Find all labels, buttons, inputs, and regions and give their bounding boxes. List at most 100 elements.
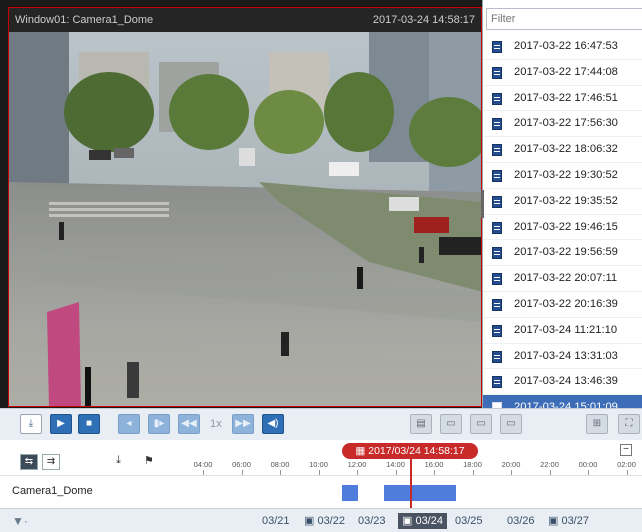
record-timestamp: 2017-03-24 11:21:10 [514, 323, 618, 336]
bookmark-icon[interactable]: ⚑ [144, 454, 154, 467]
zoom-out-button[interactable]: − [620, 444, 632, 456]
fast-icon: ▶▶ [235, 418, 251, 429]
frame-forward-button[interactable]: ▮▸ [148, 414, 170, 434]
calendar-icon: ▦ [355, 445, 369, 457]
tracks-icon: ⇆ [24, 456, 34, 467]
video-file-icon [492, 273, 502, 286]
record-list-item[interactable]: 2017-03-24 15:01:09 [483, 395, 642, 408]
record-list-item[interactable]: 2017-03-22 20:07:11 [483, 266, 642, 292]
fullscreen-icon: ⛶ [625, 418, 633, 429]
record-list-item[interactable]: 2017-03-22 20:16:39 [483, 292, 642, 318]
tracks-collapse-icon: ⇉ [46, 456, 56, 467]
panel-splitter-handle[interactable] [481, 190, 484, 218]
video-file-icon [492, 195, 502, 208]
video-file-icon [492, 324, 502, 337]
record-timestamp: 2017-03-22 16:47:53 [514, 40, 618, 52]
video-file-icon [492, 41, 502, 53]
record-list-item[interactable]: 2017-03-22 18:06:32 [483, 137, 642, 163]
camera-track-row[interactable]: Camera1_Dome [0, 476, 642, 506]
record-timestamp: 2017-03-22 20:16:39 [514, 297, 618, 310]
play-icon: ▶ [57, 418, 65, 429]
clip-button[interactable]: ▭ [440, 414, 462, 434]
time-tick-label: 14:00 [386, 460, 405, 469]
time-tick-label: 04:00 [193, 460, 213, 469]
layout-icon: ⊞ [592, 418, 602, 429]
collapse-tracks-button[interactable]: ⇉ [42, 454, 60, 470]
video-window[interactable]: Window01: Camera1_Dome 2017-03-24 14:58:… [8, 7, 482, 407]
export-button[interactable]: ▭ [470, 414, 492, 434]
date-item[interactable]: 03/21 [262, 513, 290, 529]
download-button[interactable]: ⤓ [20, 414, 42, 434]
video-file-icon [492, 144, 502, 157]
recording-segment[interactable] [342, 485, 358, 501]
video-file-icon [492, 247, 502, 260]
date-item[interactable]: 03/25 [455, 513, 483, 529]
record-list-item[interactable]: 2017-03-22 19:35:52 [483, 189, 642, 215]
date-item[interactable]: ▣ 03/27 [548, 513, 589, 529]
filter-input[interactable] [486, 8, 642, 30]
recording-segment[interactable] [384, 485, 456, 501]
date-item[interactable]: 03/23 [358, 513, 386, 529]
record-list-item[interactable]: 2017-03-24 13:31:03 [483, 344, 642, 370]
stop-icon: ■ [85, 418, 93, 429]
playback-toolbar: ⤓ ▶ ■ ◂ ▮▸ ◀◀ 1x ▶▶ ◀) ▤ ▭ ▭ ▭ ⊞ ⛶ [0, 408, 642, 440]
sound-button[interactable]: ◀) [262, 414, 284, 434]
expand-tracks-button[interactable]: ⇆ [20, 454, 38, 470]
time-tick-label: 12:00 [347, 460, 367, 469]
record-list-item[interactable]: 2017-03-24 13:46:39 [483, 369, 642, 396]
video-file-icon [492, 92, 502, 105]
record-list-item[interactable]: 2017-03-22 19:56:59 [483, 240, 642, 267]
stop-button[interactable]: ■ [78, 414, 100, 434]
download-icon: ⤓ [28, 418, 34, 429]
record-list-item[interactable]: 2017-03-22 17:56:30 [483, 111, 642, 138]
slow-button[interactable]: ◀◀ [178, 414, 200, 434]
video-pane[interactable]: Window01: Camera1_Dome 2017-03-24 14:58:… [0, 0, 482, 408]
snapshot-button[interactable]: ▤ [410, 414, 432, 434]
time-tick-mark [203, 470, 204, 475]
previous-button[interactable]: ◂ [118, 414, 140, 434]
time-tick-label: 20:00 [501, 460, 521, 469]
record-timestamp: 2017-03-24 13:46:39 [514, 375, 618, 388]
record-list-item[interactable]: 2017-03-22 16:47:53 [483, 34, 642, 60]
date-item[interactable]: ▣ 03/22 [304, 513, 345, 529]
video-file-icon [492, 298, 502, 311]
record-list-item[interactable]: 2017-03-22 19:46:15 [483, 215, 642, 241]
record-list-item[interactable]: 2017-03-22 19:30:52 [483, 163, 642, 189]
time-tick-mark [626, 470, 628, 475]
filter-icon[interactable]: ▼· [12, 514, 28, 528]
fullscreen-button[interactable]: ⛶ [618, 414, 640, 434]
vca-button[interactable]: ▭ [500, 414, 522, 434]
slow-icon: ◀◀ [181, 418, 197, 429]
layout-button[interactable]: ⊞ [586, 414, 608, 434]
timeline-panel[interactable]: ⇆ ⇉ ⤓ ⚑ ▦ 2017/03/24 14:58:17 04:00 06:00… [0, 440, 642, 510]
timeline-playhead[interactable] [410, 458, 412, 510]
record-timestamp: 2017-03-22 19:35:52 [514, 194, 618, 207]
record-list[interactable]: 2017-03-22 16:47:53 2017-03-22 17:44:08 20… [483, 34, 642, 408]
time-tick-mark [395, 470, 397, 475]
frame-forward-icon: ▮▸ [153, 418, 165, 429]
record-list-item[interactable]: 2017-03-22 17:46:51 [483, 86, 642, 112]
record-list-item[interactable]: 2017-03-22 17:44:08 [483, 60, 642, 86]
previous-icon: ◂ [126, 418, 132, 429]
date-item[interactable]: 03/26 [507, 513, 535, 529]
video-file-icon [492, 118, 502, 131]
timeline-header: ⇆ ⇉ ⤓ ⚑ ▦ 2017/03/24 14:58:17 04:00 06:00… [0, 440, 642, 476]
record-timestamp: 2017-03-22 19:56:59 [514, 246, 618, 259]
time-tick-mark [241, 470, 243, 475]
time-tick-mark [588, 470, 589, 475]
video-title-bar: Window01: Camera1_Dome 2017-03-24 14:58:… [9, 8, 481, 32]
date-item[interactable]: ▣ 03/24 [398, 513, 447, 529]
time-tick-label: 00:00 [578, 460, 598, 469]
fast-button[interactable]: ▶▶ [232, 414, 254, 434]
record-timestamp: 2017-03-22 18:06:32 [514, 143, 618, 156]
play-button[interactable]: ▶ [50, 414, 72, 434]
speed-label: 1x [210, 418, 222, 430]
video-file-icon [492, 169, 502, 182]
sound-icon: ◀) [267, 418, 279, 429]
record-list-item[interactable]: 2017-03-24 11:21:10 [483, 318, 642, 344]
time-tick-label: 10:00 [309, 460, 328, 469]
camera-feed-image [9, 32, 481, 406]
record-timestamp: 2017-03-22 20:07:11 [514, 272, 618, 285]
download-clip-icon[interactable]: ⤓ [116, 454, 121, 467]
time-tick-label: 22:00 [540, 460, 559, 469]
